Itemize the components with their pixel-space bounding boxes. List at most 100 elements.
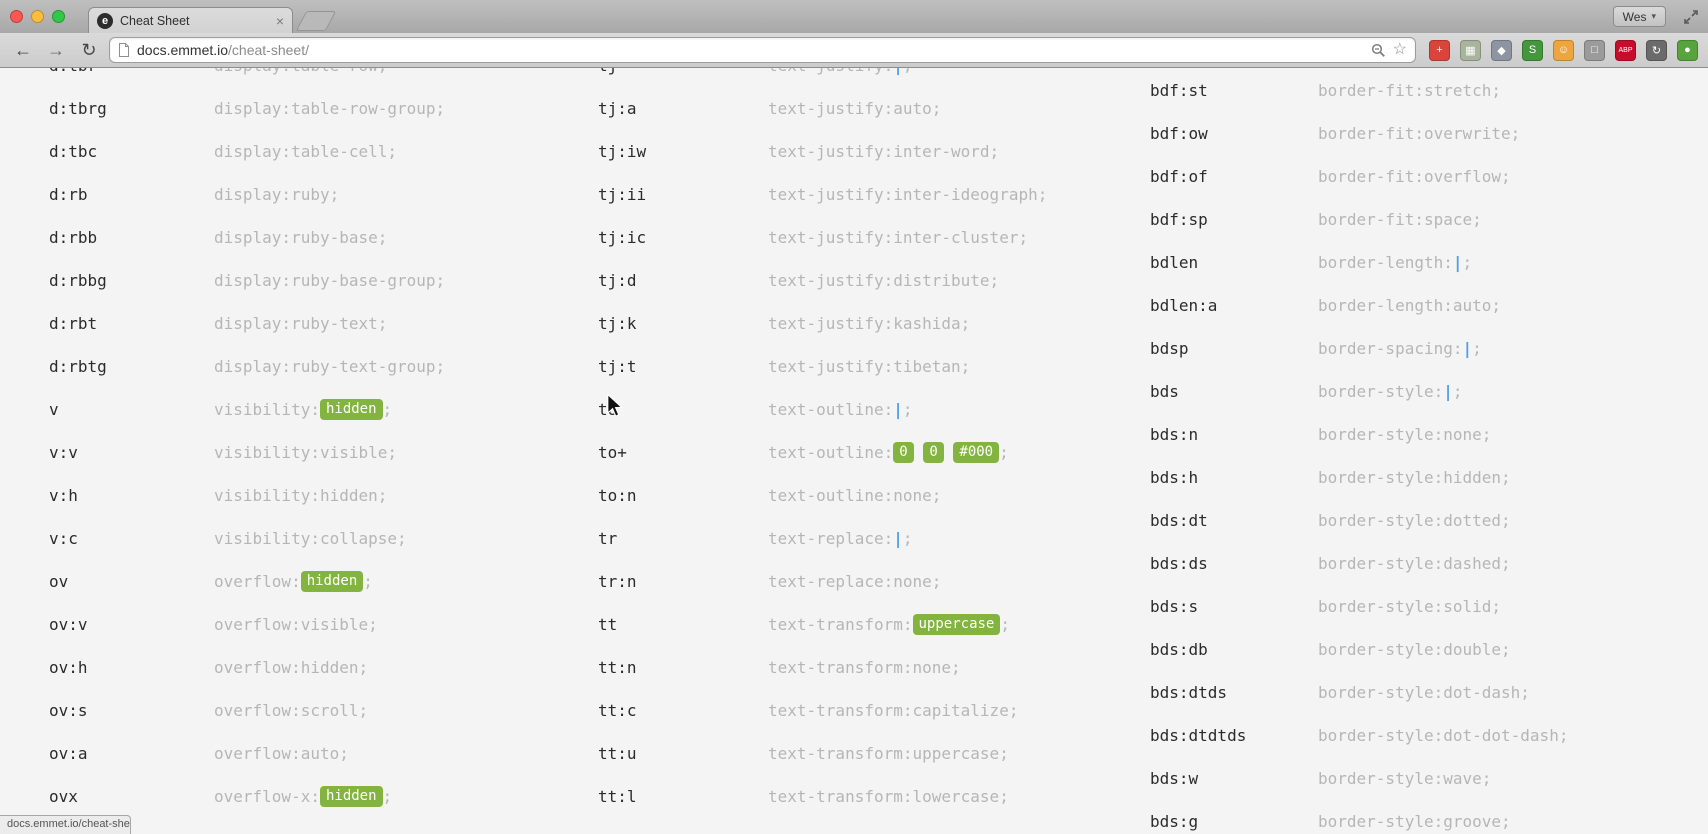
expansion: overflow:hidden; [214, 571, 373, 592]
extension-icon-red[interactable]: + [1429, 39, 1450, 61]
abbreviation: ov:h [49, 658, 88, 677]
value-badge: uppercase [912, 614, 1001, 635]
expansion-text: border-style:double; [1318, 640, 1511, 659]
expansion: display:table-row-group; [214, 99, 445, 118]
cheatsheet-row: tt:c text-transform:capitalize; [598, 689, 1047, 732]
cheatsheet-row: v:c visibility:collapse; [49, 517, 445, 560]
cheatsheet-row: bds:dtds border-style:dot-dash; [1150, 671, 1568, 714]
cheatsheet-row: ov:v overflow:visible; [49, 603, 445, 646]
cheatsheet-row: tr text-replace: |; [598, 517, 1047, 560]
cheatsheet-row: bdf:st border-fit:stretch; [1150, 69, 1568, 112]
expansion: overflow-x: hidden; [214, 786, 392, 807]
extension-icon-abp[interactable]: ABP [1615, 39, 1636, 61]
expansion: display:ruby-text; [214, 314, 387, 333]
extension-icon-image[interactable]: ▦ [1460, 39, 1481, 61]
extension-icon-orange-face[interactable]: ☺ [1553, 39, 1574, 61]
cheatsheet-row: tt:u text-transform:uppercase; [598, 732, 1047, 775]
expansion: display:ruby-text-group; [214, 357, 445, 376]
extension-icon-refresh[interactable]: ↻ [1646, 39, 1667, 61]
abbreviation: bds:ds [1150, 554, 1208, 573]
expansion-text: text-outline: [768, 442, 894, 462]
expansion-text: text-transform:capitalize; [768, 701, 1019, 720]
abbreviation: d:rbtg [49, 357, 107, 376]
zoom-window-button[interactable] [52, 10, 65, 23]
cheatsheet-row: bds:db border-style:double; [1150, 628, 1568, 671]
cheatsheet-row: d:rb display:ruby; [49, 173, 445, 216]
zoom-icon[interactable] [1371, 43, 1386, 58]
expansion: border-fit:overwrite; [1318, 124, 1520, 143]
expansion: text-justify:tibetan; [768, 357, 970, 376]
cheatsheet-column-2: tjtext-justify:|;tj:atext-justify:auto;t… [598, 68, 1047, 818]
abbreviation: tj:ii [598, 185, 647, 204]
address-bar[interactable]: docs.emmet.io/cheat-sheet/ ☆ [109, 37, 1416, 63]
expansion-text: ; [902, 400, 913, 419]
cheatsheet-row: ov:s overflow:scroll; [49, 689, 445, 732]
cheatsheet-row: tj:d text-justify:distribute; [598, 259, 1047, 302]
abbreviation: tr:n [598, 572, 637, 591]
caret-mark: | [1452, 253, 1463, 272]
tab-cheat-sheet[interactable]: e Cheat Sheet × [88, 7, 293, 33]
minimize-window-button[interactable] [31, 10, 44, 23]
expansion: text-justify:inter-cluster; [768, 228, 1028, 247]
close-window-button[interactable] [10, 10, 23, 23]
abbreviation: to:n [598, 486, 637, 505]
forward-button[interactable]: → [43, 37, 69, 63]
caret-mark: | [893, 68, 903, 75]
cheatsheet-row: bdlen:a border-length:auto; [1150, 284, 1568, 327]
extension-icon-green-dot[interactable]: ● [1677, 39, 1698, 61]
cheatsheet-row: bds:n border-style:none; [1150, 413, 1568, 456]
page-icon [118, 43, 130, 57]
abbreviation: d:tbrg [49, 99, 107, 118]
expansion: border-fit:space; [1318, 210, 1482, 229]
expansion-text: text-outline:none; [768, 486, 942, 505]
extension-icon-screen[interactable]: □ [1584, 39, 1605, 61]
extension-icon-shield[interactable]: ◆ [1491, 39, 1512, 61]
expansion: text-transform:uppercase; [768, 744, 1009, 763]
expansion-text: text-transform:uppercase; [768, 744, 1009, 763]
expansion-text: border-style:wave; [1318, 769, 1492, 788]
extension-icon-green-s[interactable]: S [1522, 39, 1543, 61]
expansion-text [944, 443, 954, 462]
expansion: display:ruby-base; [214, 228, 387, 247]
expansion-text: ; [1472, 339, 1482, 358]
reload-button[interactable]: ↻ [76, 37, 102, 63]
abbreviation: ov [49, 572, 69, 591]
expansion: overflow:scroll; [214, 701, 368, 720]
expansion-text: border-fit:space; [1318, 210, 1482, 229]
abbreviation: tt:c [598, 701, 637, 720]
expansion: border-style:hidden; [1318, 468, 1511, 487]
expansion-text: overflow:auto; [214, 744, 349, 763]
expansion: text-transform:lowercase; [768, 787, 1009, 806]
abbreviation: tj:ic [598, 228, 647, 247]
expansion-text: display:ruby-base; [214, 228, 388, 247]
abbreviation: d:rbb [49, 228, 98, 247]
new-tab-button[interactable] [295, 11, 337, 31]
cheatsheet-row: v:h visibility:hidden; [49, 474, 445, 517]
expansion: text-justify:inter-ideograph; [768, 185, 1047, 204]
abbreviation: bds [1150, 382, 1179, 401]
cheatsheet-row: bdf:sp border-fit:space; [1150, 198, 1568, 241]
expansion: display:ruby-base-group; [214, 271, 445, 290]
back-button[interactable]: ← [10, 37, 36, 63]
expansion-text: border-style:hidden; [1318, 468, 1511, 487]
cheatsheet-row: v visibility: hidden; [49, 388, 445, 431]
cheatsheet-row: to:n text-outline:none; [598, 474, 1047, 517]
cheatsheet-row: ovx overflow-x: hidden; [49, 775, 445, 818]
browser-window: e Cheat Sheet × Wes ▾ ← → ↻ docs.emmet.i… [0, 0, 1708, 834]
profile-button[interactable]: Wes ▾ [1612, 6, 1666, 27]
cheatsheet-row: bdf:ow border-fit:overwrite; [1150, 112, 1568, 155]
cheatsheet-row: bds:h border-style:hidden; [1150, 456, 1568, 499]
fullscreen-icon[interactable] [1682, 8, 1700, 26]
value-badge: hidden [300, 571, 364, 592]
value-badge: 0 [923, 442, 944, 463]
abbreviation: v:c [49, 529, 78, 548]
expansion-text: ; [382, 399, 393, 419]
cheatsheet-column-1: d:tbrdisplay:table-row; d:tbrg display:tab… [49, 68, 445, 818]
expansion: border-style:dot-dot-dash; [1318, 726, 1568, 745]
cheatsheet-row: d:tbrg display:table-row-group; [49, 87, 445, 130]
expansion: text-justify:auto; [768, 99, 941, 118]
bookmark-star-icon[interactable]: ☆ [1393, 42, 1407, 58]
expansion-text: overflow:hidden; [214, 658, 369, 677]
tab-close-icon[interactable]: × [276, 13, 284, 29]
expansion: border-style: |; [1318, 382, 1463, 401]
